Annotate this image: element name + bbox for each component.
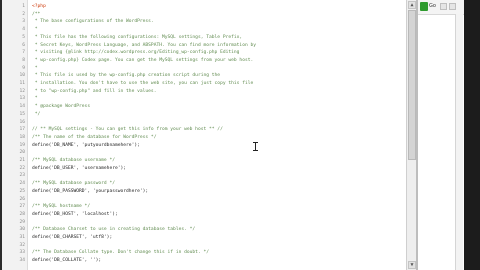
scroll-up-arrow-icon[interactable]: ▲ [408,1,416,9]
go-button-label[interactable]: Go [429,2,436,11]
go-icon[interactable] [420,2,428,11]
scrollbar-thumb[interactable] [408,10,416,160]
panel-option-icon[interactable] [440,3,447,10]
code-editor[interactable]: 1 <?php 2/** 3 * The base configurations of… [2,0,406,270]
text-cursor [253,142,258,151]
code-text: define('DB_COLLATE', ''); [32,258,102,264]
panel-close-icon[interactable] [449,3,456,10]
side-panel: Go [418,0,464,270]
side-panel-toolbar: Go [418,0,464,15]
scroll-down-arrow-icon[interactable]: ▼ [408,261,416,269]
right-window-edge [464,0,480,270]
line-number: 34 [19,258,25,264]
side-panel-scrollbar[interactable] [455,14,463,270]
code-line: 34 define('DB_COLLATE', ''); [2,256,406,265]
